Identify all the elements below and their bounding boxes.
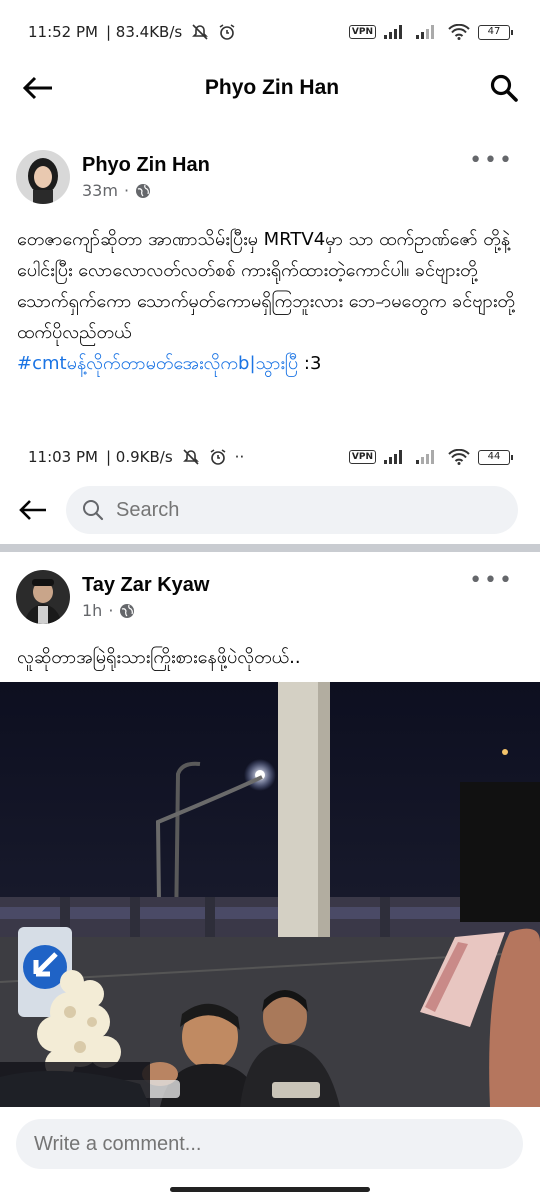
wifi-icon xyxy=(448,24,470,40)
app-bar: Phyo Zin Han xyxy=(0,64,540,112)
hashtag-link[interactable]: #cmtမန့်လိုက်တာမတ်အေးလိုကb|သွားပြီ xyxy=(17,353,298,374)
post-video[interactable] xyxy=(0,682,540,1107)
avatar[interactable] xyxy=(16,150,70,204)
post-suffix: :3 xyxy=(298,353,322,374)
back-arrow-icon[interactable] xyxy=(18,499,48,521)
status-extra: ·· xyxy=(234,448,245,466)
comment-input[interactable] xyxy=(34,1132,494,1156)
status-bar: 11:52 PM | 83.4KB/s VPN 47 xyxy=(0,0,540,64)
signal-2-icon xyxy=(416,25,434,39)
battery-indicator: 47 xyxy=(478,24,513,40)
back-arrow-icon[interactable] xyxy=(22,76,54,100)
post-body: တေဇာကျော်ဆိုတာ အာဏာသိမ်းပြီးမှ MRTV4မှာ … xyxy=(17,229,515,343)
search-row xyxy=(0,484,540,536)
alarm-icon xyxy=(210,449,226,465)
more-options-icon[interactable]: ••• xyxy=(469,568,514,593)
mute-icon xyxy=(192,24,209,40)
wifi-icon xyxy=(448,449,470,465)
section-divider xyxy=(0,544,540,552)
network-speed: | 83.4KB/s xyxy=(105,23,183,41)
mute-icon xyxy=(182,449,199,465)
post-header: Tay Zar Kyaw 1h · xyxy=(16,570,209,624)
network-speed: | 0.9KB/s xyxy=(105,448,173,466)
comment-bar xyxy=(0,1107,540,1200)
home-indicator[interactable] xyxy=(170,1187,370,1192)
post-header: Phyo Zin Han 33m · xyxy=(16,150,210,204)
video-frame xyxy=(0,682,540,1107)
embedded-status-bar: 11:03 PM | 0.9KB/s ·· VPN 44 xyxy=(0,440,540,474)
battery-indicator: 44 xyxy=(478,449,513,465)
status-time: 11:03 PM xyxy=(28,448,98,466)
post-body: လူဆိုတာအမြဲရိုးသားကြိုးစားနေဖို့ပဲလိုတယ်… xyxy=(17,647,301,668)
more-options-icon[interactable]: ••• xyxy=(469,148,514,173)
post-time[interactable]: 1h xyxy=(82,601,102,620)
search-icon xyxy=(83,500,104,521)
post-text: လူဆိုတာအမြဲရိုးသားကြိုးစားနေဖို့ပဲလိုတယ်… xyxy=(17,642,527,673)
comment-box[interactable] xyxy=(16,1119,523,1169)
page-title: Phyo Zin Han xyxy=(204,76,340,99)
meta-separator: · xyxy=(108,601,114,620)
search-bar[interactable] xyxy=(66,486,518,534)
search-icon[interactable] xyxy=(490,74,518,102)
globe-icon xyxy=(120,603,135,618)
globe-icon xyxy=(136,183,151,198)
post-author[interactable]: Phyo Zin Han xyxy=(82,154,210,177)
search-input[interactable] xyxy=(116,498,476,522)
vpn-badge: VPN xyxy=(348,25,376,39)
post-author[interactable]: Tay Zar Kyaw xyxy=(82,574,209,597)
signal-2-icon xyxy=(416,450,434,464)
signal-icon xyxy=(384,25,402,39)
post-time[interactable]: 33m xyxy=(82,181,118,200)
post-text: တေဇာကျော်ဆိုတာ အာဏာသိမ်းပြီးမှ MRTV4မှာ … xyxy=(17,224,527,379)
alarm-icon xyxy=(219,24,235,40)
signal-icon xyxy=(384,450,402,464)
meta-separator: · xyxy=(123,181,130,200)
avatar[interactable] xyxy=(16,570,70,624)
vpn-badge: VPN xyxy=(348,450,376,464)
status-time: 11:52 PM xyxy=(28,23,98,41)
